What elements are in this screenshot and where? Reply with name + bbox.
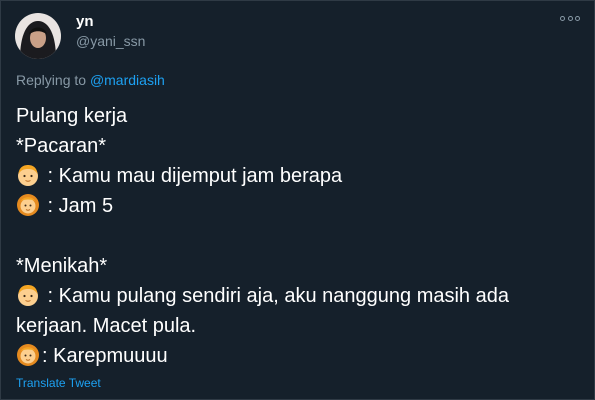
tweet-text: Pulang kerja *Pacaran* : Kamu mau dijempu… xyxy=(16,101,581,371)
replying-to: Replying to @mardiasih xyxy=(16,72,165,88)
tweet-line: Pulang kerja xyxy=(16,101,581,131)
tweet-line: kerjaan. Macet pula. xyxy=(16,311,581,341)
user-handle[interactable]: @yani_ssn xyxy=(76,33,145,49)
tweet-line: : Kamu pulang sendiri aja, aku nanggung … xyxy=(16,281,581,311)
tweet-line-text: : Karepmuuuu xyxy=(42,345,168,367)
tweet-line: : Kamu mau dijemput jam berapa xyxy=(16,161,581,191)
reply-mention-link[interactable]: @mardiasih xyxy=(90,72,165,88)
more-dots-icon[interactable] xyxy=(560,11,580,25)
lion-face-emoji-icon xyxy=(16,193,40,217)
tweet-line-text: : Jam 5 xyxy=(42,195,114,217)
tweet-line-text: kerjaan. Macet pula. xyxy=(16,315,197,337)
tweet-card: yn @yani_ssn Replying to @mardiasih Pula… xyxy=(0,0,595,400)
tweet-line-text: *Menikah* xyxy=(16,255,108,277)
tweet-line xyxy=(16,221,581,251)
tweet-line-text: *Pacaran* xyxy=(16,135,107,157)
boy-face-emoji-icon xyxy=(16,163,40,187)
tweet-line-text: Pulang kerja xyxy=(16,105,128,127)
tweet-line-text: : Kamu mau dijemput jam berapa xyxy=(42,165,343,187)
tweet-line: : Karepmuuuu xyxy=(16,341,581,371)
tweet-line: *Pacaran* xyxy=(16,131,581,161)
boy-face-emoji-icon xyxy=(16,283,40,307)
replying-prefix: Replying to xyxy=(16,72,90,88)
display-name[interactable]: yn xyxy=(76,13,94,30)
avatar[interactable] xyxy=(15,13,61,59)
tweet-line: : Jam 5 xyxy=(16,191,581,221)
tweet-line: *Menikah* xyxy=(16,251,581,281)
lion-face-emoji-icon xyxy=(16,343,40,367)
tweet-line-text: : Kamu pulang sendiri aja, aku nanggung … xyxy=(42,285,509,307)
translate-tweet-link[interactable]: Translate Tweet xyxy=(16,376,101,390)
